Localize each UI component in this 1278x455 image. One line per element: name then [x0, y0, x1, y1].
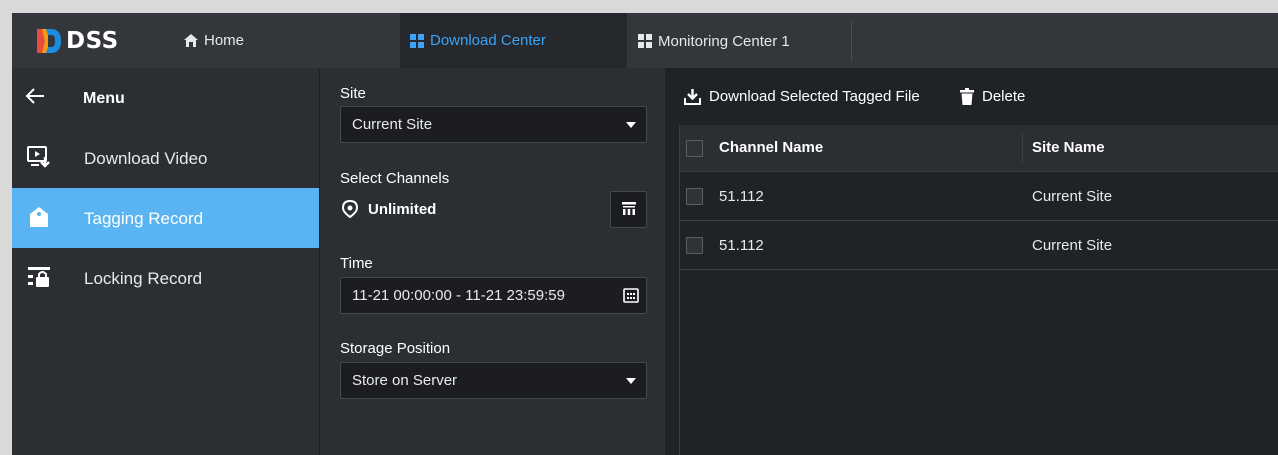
dss-logo-icon: [37, 29, 61, 53]
chevron-down-icon: [626, 378, 636, 384]
app-logo[interactable]: DSS: [34, 25, 119, 57]
time-value: 11-21 00:00:00 - 11-21 23:59:59: [352, 287, 565, 304]
column-header-channel[interactable]: Channel Name: [719, 139, 823, 156]
storage-value: Store on Server: [352, 372, 458, 389]
grid-icon: [410, 33, 424, 48]
tab-download-center[interactable]: Download Center: [400, 13, 627, 68]
time-range-input[interactable]: 11-21 00:00:00 - 11-21 23:59:59: [340, 277, 647, 314]
app-window: DSS Home Download Center Monitoring Cent…: [12, 13, 1278, 455]
download-icon: [684, 88, 701, 105]
table-row[interactable]: 51.112 Current Site: [680, 222, 1278, 270]
row-checkbox[interactable]: [686, 237, 703, 254]
filter-panel: Site Current Site Select Channels Unlimi…: [320, 68, 665, 455]
time-label: Time: [340, 255, 373, 272]
sidebar-item-locking-record[interactable]: Locking Record: [12, 248, 319, 308]
grid-icon: [638, 34, 652, 48]
storage-select[interactable]: Store on Server: [340, 362, 647, 399]
sidebar-item-label: Tagging Record: [84, 209, 204, 228]
tab-label: Home: [204, 32, 245, 49]
tab-label: Monitoring Center 1: [658, 32, 790, 50]
site-label: Site: [340, 85, 366, 102]
cell-channel-name: 51.112: [719, 188, 764, 205]
column-divider[interactable]: [1022, 133, 1023, 163]
trash-icon: [960, 88, 974, 105]
download-video-icon: [27, 145, 51, 173]
location-pin-icon: [342, 200, 358, 218]
tab-home[interactable]: Home: [184, 13, 244, 68]
site-select[interactable]: Current Site: [340, 106, 647, 143]
records-table: Channel Name Site Name 51.112 Current Si…: [679, 125, 1278, 455]
select-all-checkbox[interactable]: [686, 140, 703, 157]
back-arrow-icon[interactable]: [24, 86, 46, 110]
content-area: Download Selected Tagged File Delete Cha…: [666, 68, 1278, 455]
cell-site-name: Current Site: [1032, 237, 1113, 254]
delete-button[interactable]: Delete: [960, 88, 1025, 105]
download-tagged-label: Download Selected Tagged File: [709, 88, 920, 105]
row-checkbox[interactable]: [686, 188, 703, 205]
tag-icon: [27, 205, 51, 233]
storage-label: Storage Position: [340, 340, 451, 357]
sidebar-item-label: Locking Record: [84, 269, 203, 288]
sidebar-item-download-video[interactable]: Download Video: [12, 128, 319, 188]
sidebar-item-tagging-record[interactable]: Tagging Record: [12, 188, 319, 248]
cell-channel-name: 51.112: [719, 237, 764, 254]
channels-value: Unlimited: [368, 200, 437, 218]
channel-tree-icon: [621, 200, 637, 220]
lock-record-icon: [27, 265, 51, 293]
chevron-down-icon: [626, 122, 636, 128]
logo-text: DSS: [66, 28, 119, 54]
sidebar-item-label: Download Video: [84, 149, 208, 168]
site-value: Current Site: [352, 116, 433, 133]
calendar-icon[interactable]: [623, 287, 639, 307]
column-header-site[interactable]: Site Name: [1032, 139, 1105, 156]
sidebar: Menu Download Video Tagging Record Locki…: [12, 68, 319, 455]
cell-site-name: Current Site: [1032, 188, 1113, 205]
tab-label: Download Center: [430, 32, 546, 49]
table-header: Channel Name Site Name: [680, 125, 1278, 172]
menu-header: Menu: [12, 68, 319, 128]
channels-label: Select Channels: [340, 170, 450, 187]
menu-title: Menu: [83, 90, 125, 107]
delete-label: Delete: [982, 88, 1026, 105]
table-row[interactable]: 51.112 Current Site: [680, 173, 1278, 221]
select-channels-button[interactable]: [610, 191, 647, 228]
top-bar: DSS Home Download Center Monitoring Cent…: [12, 13, 1278, 68]
home-icon: [184, 34, 198, 47]
channels-value-row: Unlimited: [342, 200, 436, 218]
tab-monitoring-center[interactable]: Monitoring Center 1: [638, 21, 852, 61]
download-tagged-button[interactable]: Download Selected Tagged File: [684, 88, 920, 105]
